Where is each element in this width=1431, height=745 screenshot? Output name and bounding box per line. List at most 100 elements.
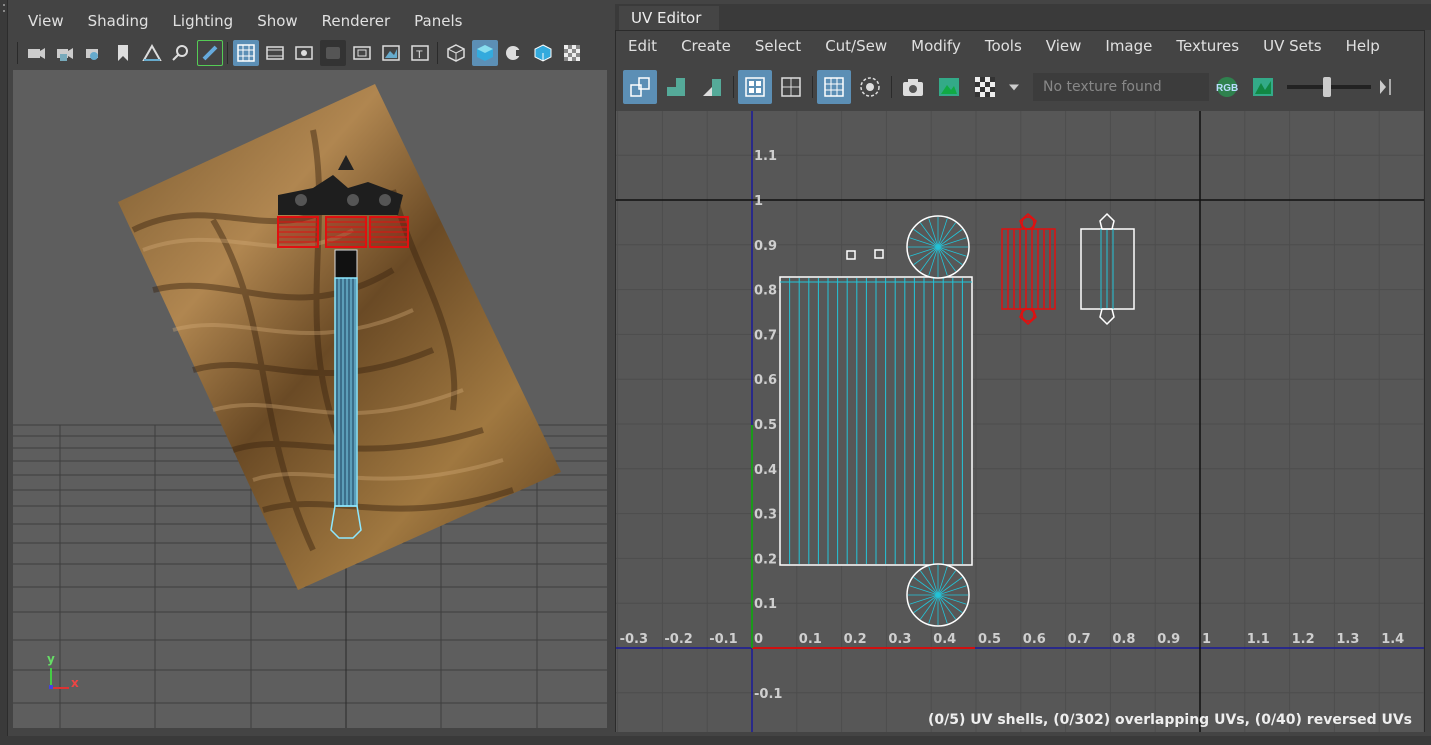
uv-menu-view[interactable]: View [1034, 31, 1094, 63]
uv-menu-select[interactable]: Select [743, 31, 813, 63]
viewport-menubar: View Shading Lighting Show Renderer Pane… [16, 4, 474, 38]
uv-shell-small-2[interactable] [874, 249, 884, 259]
safe-action-icon[interactable] [378, 40, 404, 66]
image-display-icon[interactable] [932, 70, 966, 104]
handle-mesh[interactable] [330, 249, 362, 539]
checker-grid-icon[interactable] [738, 70, 772, 104]
viewport-toolbar: T [14, 36, 586, 70]
uv-editor-toolbar: No texture found RGB [616, 65, 1424, 109]
menu-lighting[interactable]: Lighting [161, 4, 246, 38]
gate-mask-icon[interactable] [319, 40, 346, 66]
menu-shading[interactable]: Shading [76, 4, 161, 38]
u-tick-label: 0 [754, 632, 763, 647]
uv-menu-help[interactable]: Help [1334, 31, 1392, 63]
viewport-panel: View Shading Lighting Show Renderer Pane… [0, 0, 611, 745]
uv-menu-cut-sew[interactable]: Cut/Sew [813, 31, 899, 63]
selected-faces[interactable] [277, 216, 409, 248]
safe-title-icon[interactable]: T [407, 40, 433, 66]
xray-icon[interactable] [559, 40, 585, 66]
u-tick-label: 0.9 [1157, 632, 1180, 647]
grid-icon[interactable] [232, 40, 259, 66]
v-tick-label: 0.7 [754, 328, 777, 343]
wireframe-icon[interactable] [443, 40, 469, 66]
uv-menu-uv-sets[interactable]: UV Sets [1251, 31, 1333, 63]
v-tick-label: 0.5 [754, 418, 777, 433]
axis-label-y: y [47, 652, 55, 666]
u-tick-label: -0.1 [709, 632, 737, 647]
v-tick-label: 0.1 [754, 597, 777, 612]
exposure-slider[interactable] [1287, 77, 1371, 97]
axis-label-x: x [71, 676, 79, 690]
pixel-snap-icon[interactable] [774, 70, 808, 104]
u-tick-label: 0.6 [1023, 632, 1046, 647]
isolate-select-icon[interactable] [853, 70, 887, 104]
uv-shell-head[interactable] [1080, 212, 1135, 326]
menu-panels[interactable]: Panels [402, 4, 474, 38]
uv-editor-tab[interactable]: UV Editor [619, 6, 719, 30]
select-camera-icon[interactable] [23, 40, 49, 66]
2d-pan-zoom-icon[interactable] [168, 40, 194, 66]
camera-attributes-icon[interactable] [81, 40, 107, 66]
grease-pencil-icon[interactable] [196, 40, 223, 66]
texture-dropdown-icon[interactable] [1004, 70, 1024, 104]
uv-editor-menubar: Edit Create Select Cut/Sew Modify Tools … [616, 31, 1392, 63]
rgb-channels-icon[interactable]: RGB [1210, 70, 1244, 104]
uv-backface-icon[interactable] [695, 70, 729, 104]
lock-camera-icon[interactable] [52, 40, 78, 66]
toolbar-separator [17, 42, 18, 64]
u-tick-label: 0.1 [799, 632, 822, 647]
menu-view[interactable]: View [16, 4, 76, 38]
panel-drag-handle[interactable] [0, 0, 8, 745]
uv-menu-create[interactable]: Create [669, 31, 743, 63]
smooth-shade-icon[interactable] [471, 40, 498, 66]
toolbar-expand-icon[interactable] [1372, 70, 1400, 104]
uv-canvas[interactable]: -0.3 -0.2 -0.1 0 0.1 0.2 0.3 0.4 0.5 0.6 0.7 0.8 0.9… [616, 111, 1424, 732]
uv-distortion-icon[interactable] [659, 70, 693, 104]
resolution-gate-icon[interactable] [291, 40, 317, 66]
film-gate-icon[interactable] [262, 40, 288, 66]
bookmark-icon[interactable] [110, 40, 136, 66]
v-tick-label: 1.1 [754, 149, 777, 164]
menu-show[interactable]: Show [245, 4, 309, 38]
u-tick-labels: -0.3 -0.2 -0.1 0 0.1 0.2 0.3 0.4 0.5 0.6 0.7 0.8 0.9… [620, 632, 1405, 647]
u-tick-label: -0.2 [664, 632, 692, 647]
uv-menu-textures[interactable]: Textures [1164, 31, 1251, 63]
wireframe-on-shaded-icon[interactable] [530, 40, 556, 66]
uv-shell-cap-bottom[interactable] [906, 563, 970, 627]
uv-menu-edit[interactable]: Edit [616, 31, 669, 63]
image-plane-icon[interactable] [139, 40, 165, 66]
texture-field[interactable]: No texture found [1033, 73, 1209, 101]
field-chart-icon[interactable] [349, 40, 375, 66]
svg-text:T: T [416, 49, 423, 61]
exposure-icon[interactable] [1246, 70, 1280, 104]
snapshot-icon[interactable] [896, 70, 930, 104]
u-tick-label: 0.5 [978, 632, 1001, 647]
exposure-slider-handle[interactable] [1323, 77, 1331, 97]
v-tick-label: 0.9 [754, 239, 777, 254]
menu-renderer[interactable]: Renderer [310, 4, 402, 38]
uv-menu-modify[interactable]: Modify [899, 31, 973, 63]
viewport-scene [13, 84, 607, 728]
default-material-icon[interactable] [501, 40, 527, 66]
u-tick-label: 1.1 [1247, 632, 1270, 647]
uv-shell-cap-top[interactable] [906, 215, 970, 279]
uv-menu-image[interactable]: Image [1093, 31, 1164, 63]
toolbar-separator [437, 42, 438, 64]
v-tick-label: 0.6 [754, 373, 777, 388]
u-tick-label: 0.3 [888, 632, 911, 647]
uv-shell-small-1[interactable] [846, 250, 856, 260]
uv-menu-tools[interactable]: Tools [973, 31, 1034, 63]
uv-status-text: (0/5) UV shells, (0/302) overlapping UVs… [927, 712, 1412, 728]
uv-shell-selected[interactable] [1001, 213, 1056, 325]
uv-shell-display-icon[interactable] [623, 70, 657, 104]
v-tick-label: 1 [754, 194, 763, 209]
v-tick-label: -0.1 [754, 687, 782, 702]
axis-gizmo [49, 668, 69, 689]
u-tick-label: 1.2 [1292, 632, 1315, 647]
u-tick-label: 0.8 [1112, 632, 1135, 647]
checker-tiles-icon[interactable] [968, 70, 1002, 104]
3d-viewport[interactable]: y x [13, 70, 607, 728]
uv-grid-icon[interactable] [817, 70, 851, 104]
uv-shell-handle[interactable] [779, 276, 973, 566]
bottom-splitter[interactable] [0, 736, 1431, 745]
